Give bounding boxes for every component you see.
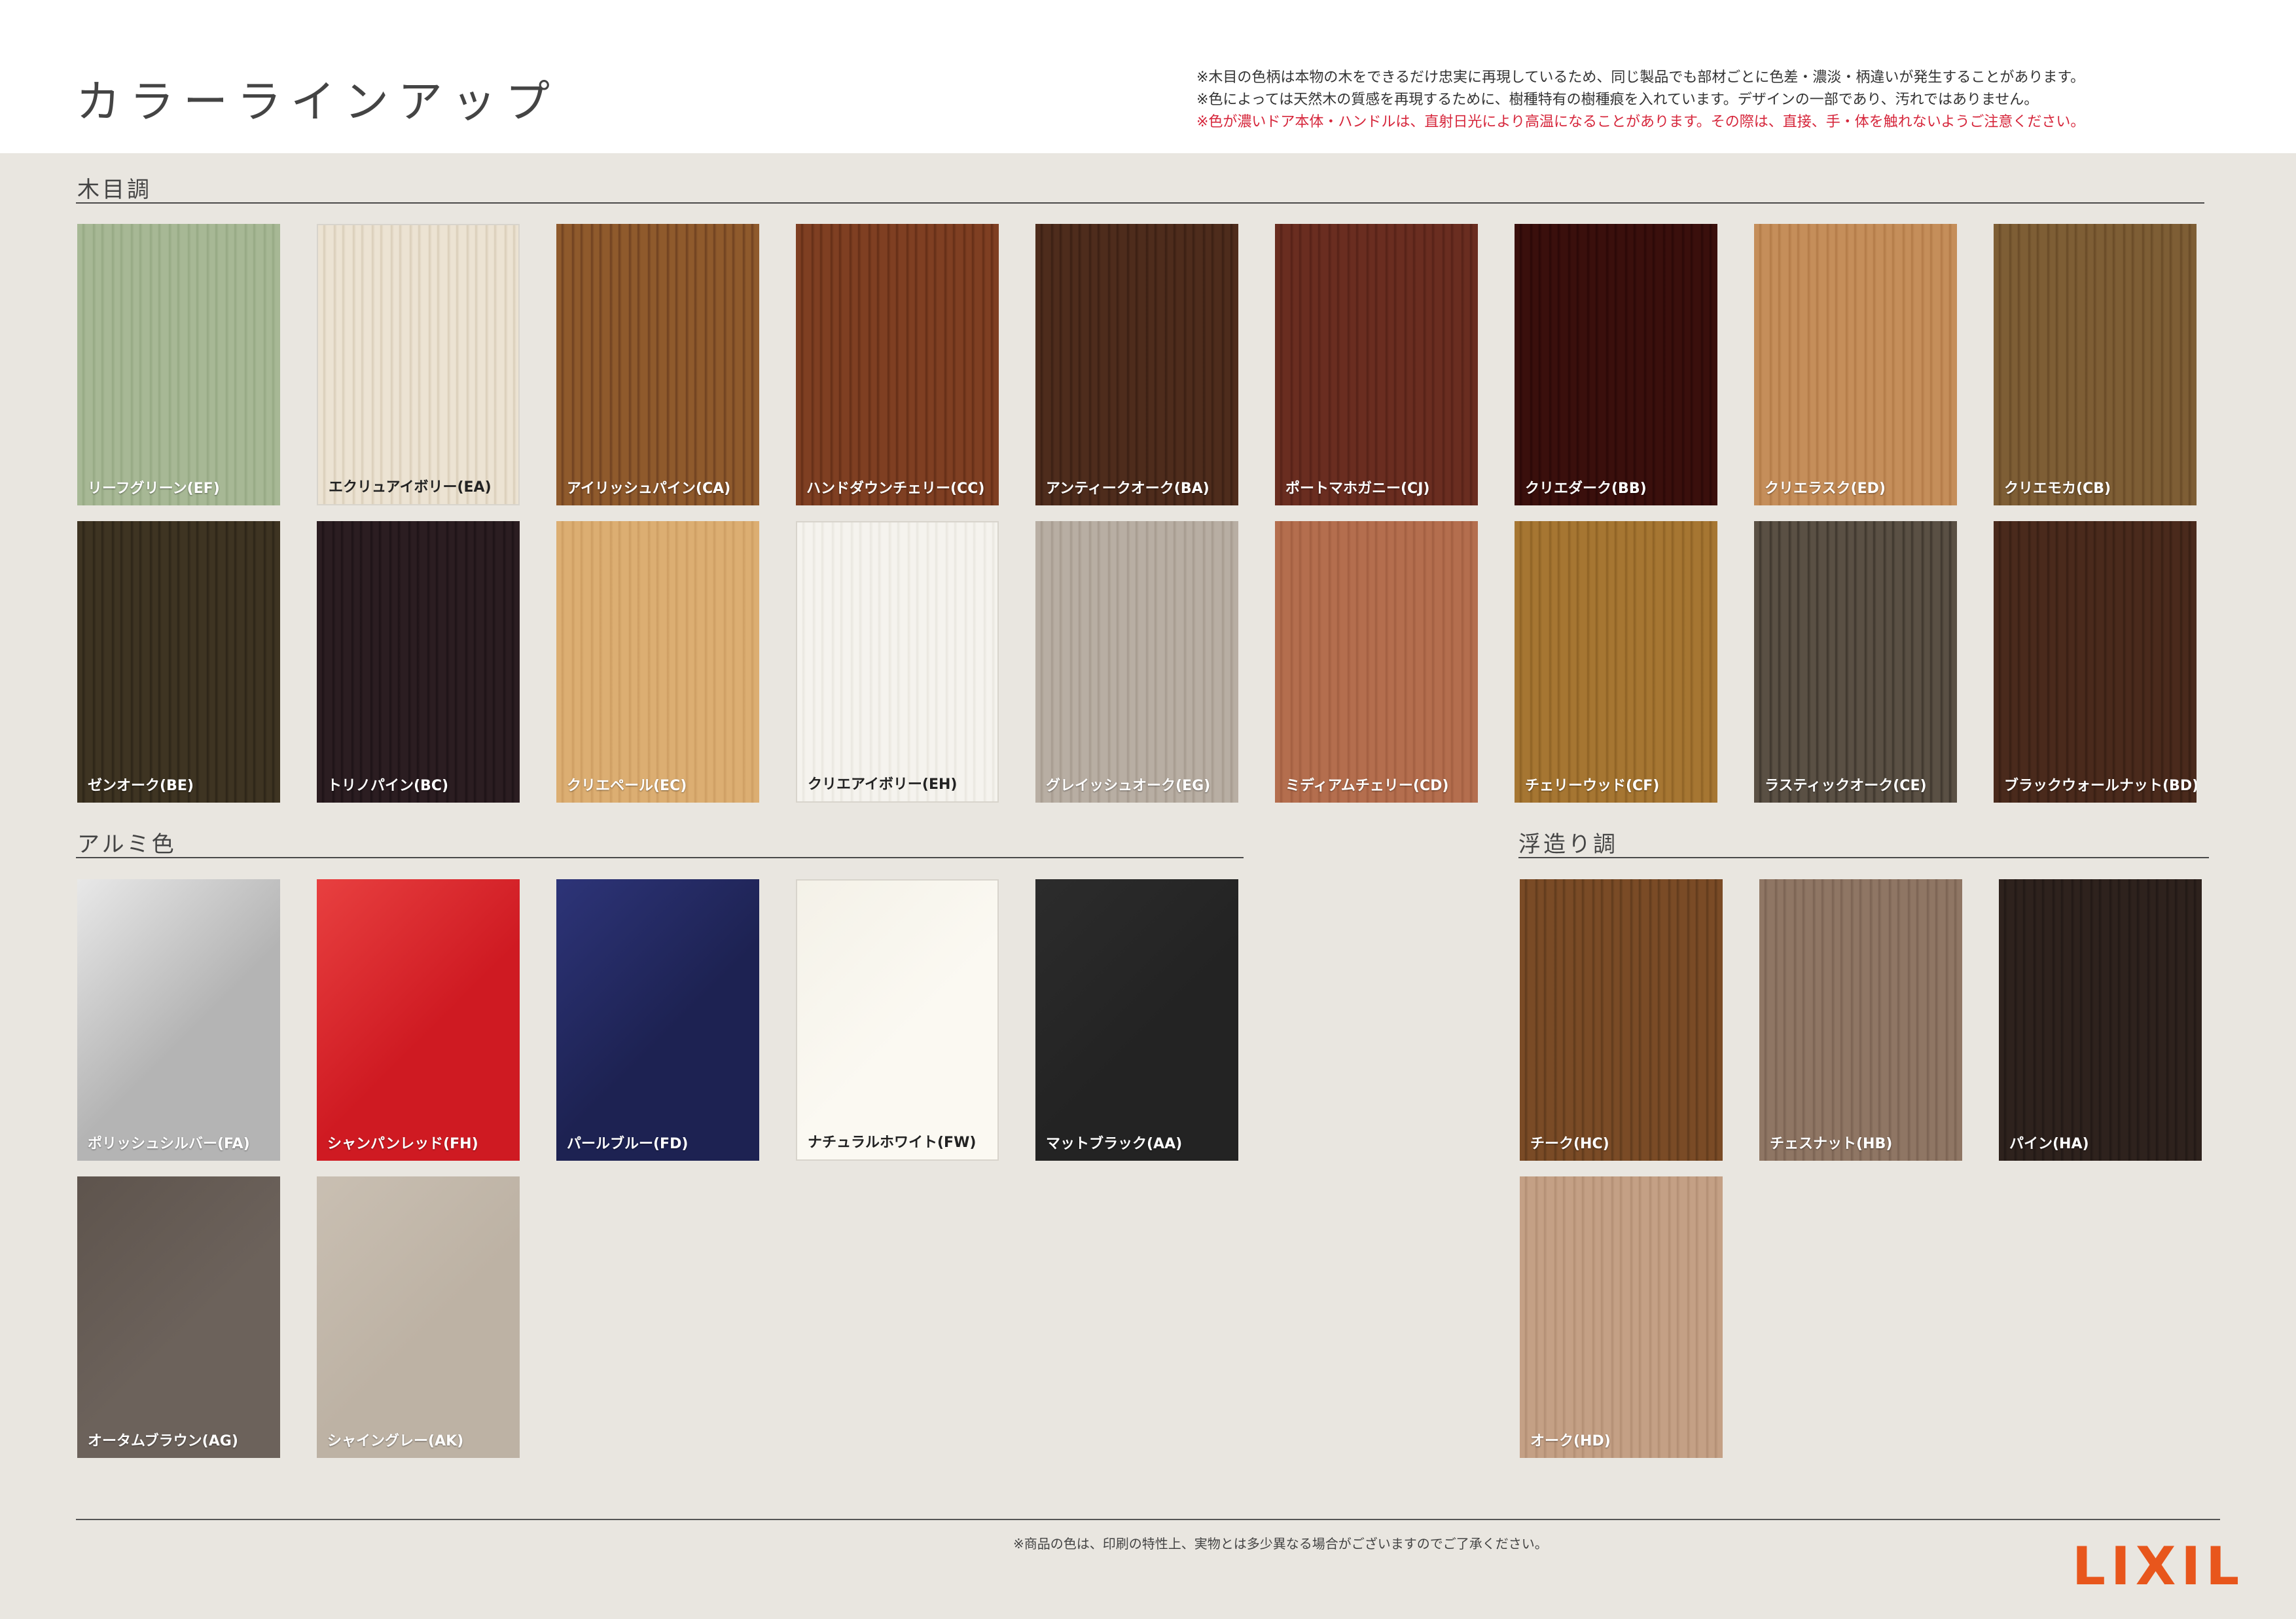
footer-rule bbox=[76, 1519, 2220, 1520]
swatch-label: グレイッシュオーク(EG) bbox=[1046, 778, 1211, 794]
color-swatch: ブラックウォールナット(BD) bbox=[1994, 521, 2197, 803]
swatch-label: チーク(HC) bbox=[1530, 1136, 1609, 1152]
swatch-label: クリエラスク(ED) bbox=[1765, 481, 1886, 497]
section-rule-alumi bbox=[76, 857, 1244, 858]
swatch-label: ハンドダウンチェリー(CC) bbox=[806, 481, 985, 497]
color-swatch: チェスナット(HB) bbox=[1759, 879, 1962, 1161]
color-swatch: クリエラスク(ED) bbox=[1754, 224, 1957, 505]
color-swatch: チェリーウッド(CF) bbox=[1515, 521, 1717, 803]
swatch-label: チェリーウッド(CF) bbox=[1525, 778, 1660, 794]
swatch-label: ラスティックオーク(CE) bbox=[1765, 778, 1927, 794]
swatch-label: ポートマホガニー(CJ) bbox=[1285, 481, 1430, 497]
color-swatch: クリエダーク(BB) bbox=[1515, 224, 1717, 505]
color-swatch: ハンドダウンチェリー(CC) bbox=[796, 224, 999, 505]
swatch-label: エクリュアイボリー(EA) bbox=[329, 479, 492, 496]
swatch-label: クリエペール(EC) bbox=[567, 778, 687, 794]
swatch-label: ポリッシュシルバー(FA) bbox=[88, 1136, 250, 1152]
swatch-label: パールブルー(FD) bbox=[567, 1136, 689, 1152]
color-swatch: オータムブラウン(AG) bbox=[77, 1176, 280, 1458]
color-swatch: ミディアムチェリー(CD) bbox=[1275, 521, 1478, 803]
color-swatch: アンティークオーク(BA) bbox=[1035, 224, 1238, 505]
color-swatch: オーク(HD) bbox=[1520, 1176, 1723, 1458]
color-swatch: トリノパイン(BC) bbox=[317, 521, 520, 803]
color-swatch: クリエアイボリー(EH) bbox=[796, 521, 999, 803]
color-swatch: アイリッシュパイン(CA) bbox=[556, 224, 759, 505]
section-rule-ukizukuri bbox=[1518, 857, 2209, 858]
color-swatch: ポリッシュシルバー(FA) bbox=[77, 879, 280, 1161]
swatch-label: パイン(HA) bbox=[2009, 1136, 2089, 1152]
swatch-label: チェスナット(HB) bbox=[1770, 1136, 1893, 1152]
swatch-label: シャイングレー(AK) bbox=[327, 1433, 464, 1449]
footer-note: ※商品の色は、印刷の特性上、実物とは多少異なる場合がございますのでご了承ください… bbox=[1013, 1536, 1548, 1552]
color-swatch: ラスティックオーク(CE) bbox=[1754, 521, 1957, 803]
section-rule-mokume bbox=[76, 202, 2204, 204]
swatch-label: オータムブラウン(AG) bbox=[88, 1433, 238, 1449]
color-swatch: マットブラック(AA) bbox=[1035, 879, 1238, 1161]
section-title-ukizukuri: 浮造り調 bbox=[1518, 831, 1618, 858]
swatch-label: クリエアイボリー(EH) bbox=[808, 776, 958, 793]
color-swatch: パールブルー(FD) bbox=[556, 879, 759, 1161]
lixil-logo: LIXIL bbox=[2072, 1536, 2245, 1597]
color-swatch: リーフグリーン(EF) bbox=[77, 224, 280, 505]
warning-note: ※色が濃いドア本体・ハンドルは、直射日光により高温になることがあります。その際は… bbox=[1196, 114, 2085, 130]
color-swatch: グレイッシュオーク(EG) bbox=[1035, 521, 1238, 803]
swatch-label: クリエモカ(CB) bbox=[2004, 481, 2111, 497]
color-swatch: エクリュアイボリー(EA) bbox=[317, 224, 520, 505]
swatch-label: アイリッシュパイン(CA) bbox=[567, 481, 731, 497]
section-title-alumi: アルミ色 bbox=[77, 831, 177, 858]
color-swatch: ポートマホガニー(CJ) bbox=[1275, 224, 1478, 505]
color-swatch: チーク(HC) bbox=[1520, 879, 1723, 1161]
swatch-label: ブラックウォールナット(BD) bbox=[2004, 778, 2197, 794]
swatch-label: リーフグリーン(EF) bbox=[88, 481, 220, 497]
color-swatch: シャイングレー(AK) bbox=[317, 1176, 520, 1458]
swatch-label: ゼンオーク(BE) bbox=[88, 778, 194, 794]
section-title-mokume: 木目調 bbox=[77, 177, 152, 203]
color-swatch: パイン(HA) bbox=[1999, 879, 2202, 1161]
swatch-label: トリノパイン(BC) bbox=[327, 778, 449, 794]
swatch-label: アンティークオーク(BA) bbox=[1046, 481, 1210, 497]
header-notes: ※木目の色柄は本物の木をできるだけ忠実に再現しているため、同じ製品でも部材ごとに… bbox=[1196, 67, 2257, 134]
note-line: ※色によっては天然木の質感を再現するために、樹種特有の樹種痕を入れています。デザ… bbox=[1196, 92, 2039, 108]
color-swatch: ナチュラルホワイト(FW) bbox=[796, 879, 999, 1161]
page-header: カラーラインアップ ※木目の色柄は本物の木をできるだけ忠実に再現しているため、同… bbox=[0, 0, 2296, 153]
swatch-label: ミディアムチェリー(CD) bbox=[1285, 778, 1449, 794]
swatch-label: オーク(HD) bbox=[1530, 1433, 1611, 1449]
color-swatch: シャンパンレッド(FH) bbox=[317, 879, 520, 1161]
color-swatch: クリエペール(EC) bbox=[556, 521, 759, 803]
swatch-label: クリエダーク(BB) bbox=[1525, 481, 1647, 497]
note-line: ※木目の色柄は本物の木をできるだけ忠実に再現しているため、同じ製品でも部材ごとに… bbox=[1196, 69, 2085, 86]
swatch-label: ナチュラルホワイト(FW) bbox=[808, 1135, 977, 1151]
color-swatch: クリエモカ(CB) bbox=[1994, 224, 2197, 505]
swatch-label: シャンパンレッド(FH) bbox=[327, 1136, 478, 1152]
page-title: カラーラインアップ bbox=[76, 77, 560, 128]
swatch-label: マットブラック(AA) bbox=[1046, 1136, 1183, 1152]
color-swatch: ゼンオーク(BE) bbox=[77, 521, 280, 803]
